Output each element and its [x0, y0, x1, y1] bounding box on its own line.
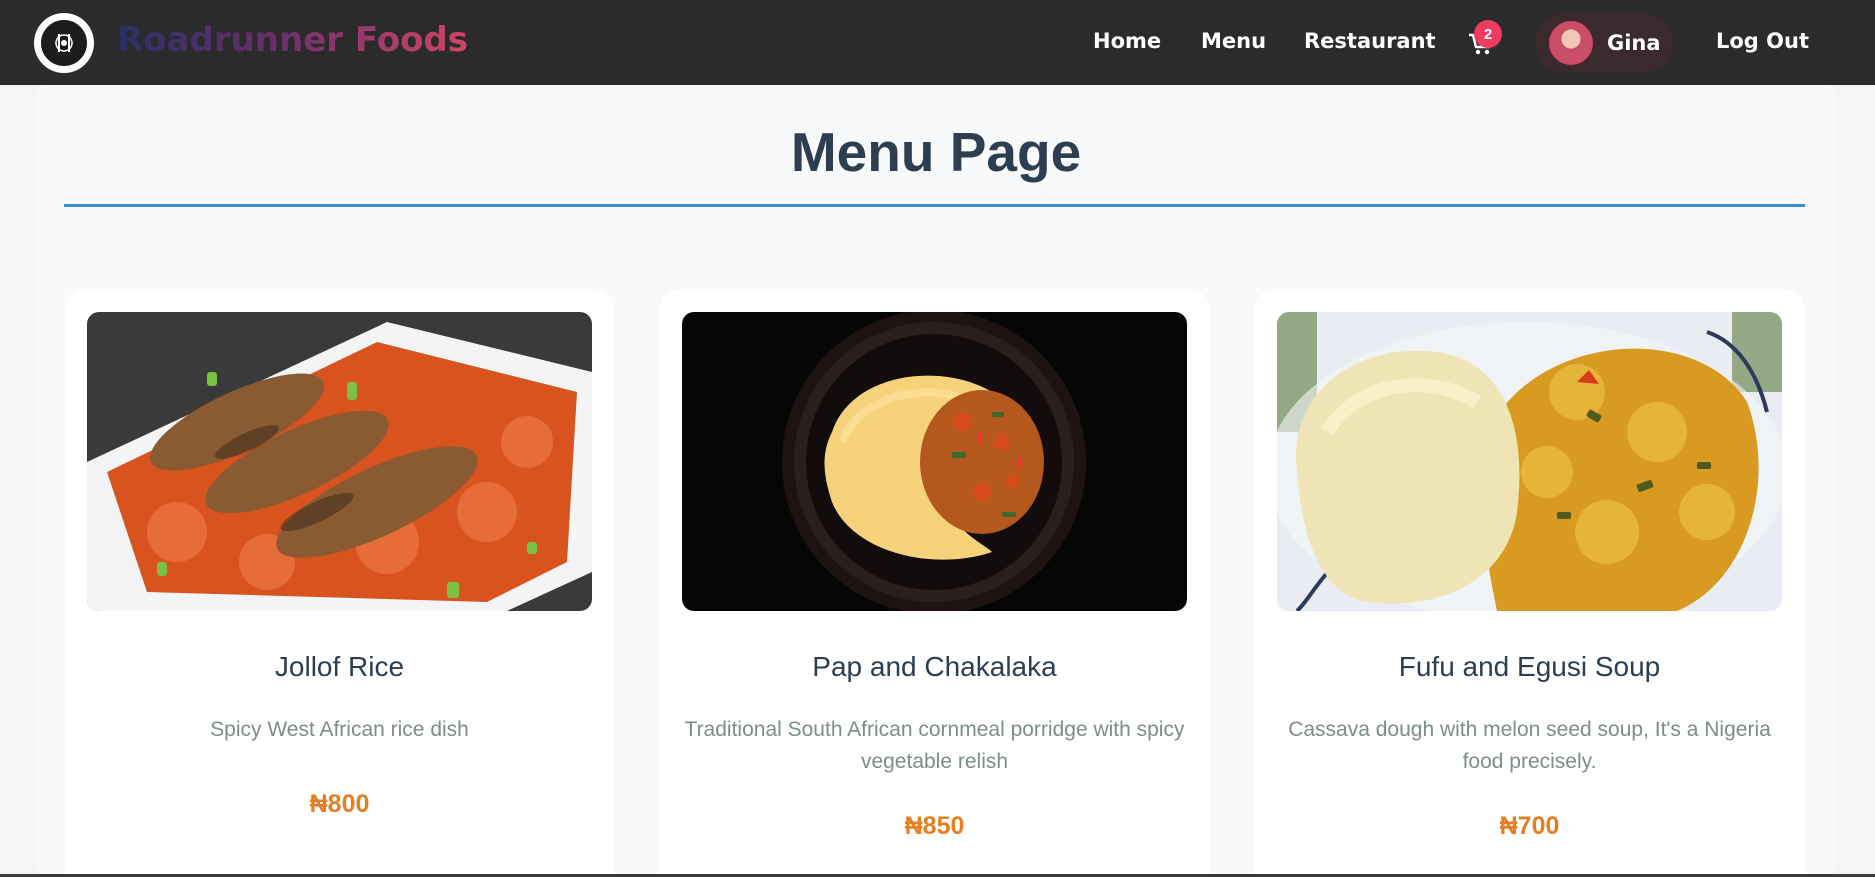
menu-card-jollof-rice[interactable]: Jollof Rice Spicy West African rice dish…: [65, 289, 614, 877]
roadrunner-logo-icon[interactable]: [34, 13, 94, 73]
menu-card-fufu-egusi[interactable]: Fufu and Egusi Soup Cassava dough with m…: [1255, 289, 1804, 877]
menu-card-pap-chakalaka[interactable]: Pap and Chakalaka Traditional South Afri…: [660, 289, 1209, 877]
brand-name[interactable]: Roadrunner Foods: [117, 20, 468, 60]
menu-item-name: Jollof Rice: [274, 651, 405, 682]
avatar: [1549, 21, 1593, 65]
menu-panel: Menu Page Jollof Rice Spicy West African…: [36, 85, 1836, 877]
logo-emblem: [39, 18, 89, 68]
title-divider: [64, 204, 1805, 207]
user-name: Gina: [1607, 31, 1661, 55]
pap-chakalaka-photo: [682, 312, 1187, 611]
menu-item-name: Fufu and Egusi Soup: [1398, 651, 1661, 682]
nav-home-link[interactable]: Home: [1093, 29, 1161, 53]
menu-item-description: Cassava dough with melon seed soup, It's…: [1288, 718, 1771, 773]
fufu-egusi-photo: [1277, 312, 1782, 611]
menu-item-price: ₦800: [309, 790, 370, 818]
fork-knife-icon: [55, 34, 73, 52]
menu-item-price: ₦700: [1499, 812, 1560, 840]
nav-restaurant-link[interactable]: Restaurant: [1304, 29, 1436, 53]
menu-item-description: Traditional South African cornmeal porri…: [684, 718, 1185, 773]
jollof-rice-photo: [87, 312, 592, 611]
nav-menu-link[interactable]: Menu: [1201, 29, 1266, 53]
menu-item-description: Spicy West African rice dish: [210, 718, 469, 741]
menu-item-name: Pap and Chakalaka: [812, 651, 1057, 682]
cart-count-badge: 2: [1474, 20, 1502, 48]
top-navbar: Roadrunner Foods Home Menu Restaurant 2 …: [0, 0, 1875, 85]
page-title: Menu Page: [790, 121, 1082, 183]
menu-item-price: ₦850: [904, 812, 965, 840]
user-profile-button[interactable]: Gina: [1535, 13, 1673, 73]
logout-link[interactable]: Log Out: [1716, 29, 1809, 53]
